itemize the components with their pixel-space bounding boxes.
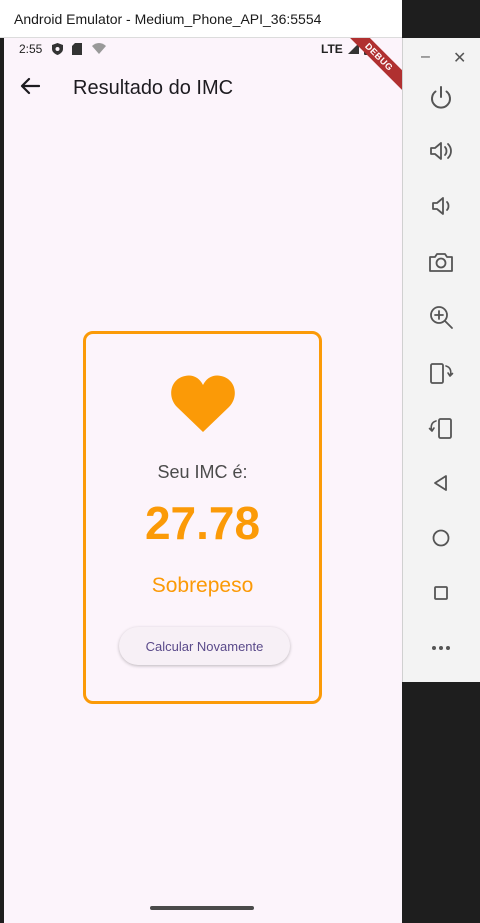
sd-card-icon — [72, 43, 82, 58]
window-title: Android Emulator - Medium_Phone_API_36:5… — [14, 11, 322, 27]
rotate-right-button[interactable] — [423, 412, 459, 448]
volume-down-button[interactable] — [423, 190, 459, 226]
overview-icon — [427, 579, 455, 612]
phone-screen: 2:55 LTE DEBUG Resultado do IMC Seu IMC … — [4, 38, 402, 923]
imc-value: 27.78 — [144, 497, 261, 549]
back-icon — [427, 469, 455, 502]
shield-icon — [52, 43, 63, 58]
minimize-button[interactable]: – — [421, 48, 430, 66]
result-card: Seu IMC é: 27.78 Sobrepeso Calcular Nova… — [83, 331, 322, 704]
nav-overview-button[interactable] — [423, 577, 459, 613]
window-titlebar: Android Emulator - Medium_Phone_API_36:5… — [0, 0, 402, 38]
volume-down-icon — [427, 192, 455, 225]
app-bar: Resultado do IMC — [4, 60, 402, 116]
heart-icon — [170, 374, 236, 434]
emulator-window: Android Emulator - Medium_Phone_API_36:5… — [0, 0, 480, 923]
rotate-left-button[interactable] — [423, 357, 459, 393]
arrow-back-icon — [20, 77, 41, 100]
recalculate-button[interactable]: Calcular Novamente — [119, 627, 290, 665]
side-panel-window-controls: – ✕ — [403, 46, 480, 70]
network-type: LTE — [321, 42, 343, 56]
gesture-nav-handle[interactable] — [150, 906, 254, 910]
rotate-left-icon — [427, 359, 455, 392]
camera-icon — [427, 248, 455, 281]
screenshot-button[interactable] — [423, 246, 459, 282]
volume-up-icon — [427, 137, 455, 170]
nav-back-button[interactable] — [423, 467, 459, 503]
imc-label: Seu IMC é: — [157, 462, 248, 482]
host-background-bottom — [402, 682, 480, 923]
zoom-button[interactable] — [423, 301, 459, 337]
host-background — [402, 0, 480, 38]
back-button[interactable] — [14, 72, 46, 104]
emulator-side-panel: – ✕ — [402, 38, 480, 682]
volume-up-button[interactable] — [423, 135, 459, 171]
wifi-off-icon — [92, 43, 106, 57]
imc-classification: Sobrepeso — [151, 574, 254, 597]
close-button[interactable]: ✕ — [453, 48, 466, 68]
more-button[interactable] — [423, 632, 459, 668]
nav-home-button[interactable] — [423, 522, 459, 558]
zoom-icon — [427, 303, 455, 336]
more-icon — [427, 634, 455, 667]
power-button[interactable] — [423, 82, 459, 118]
rotate-right-icon — [427, 414, 455, 447]
status-time: 2:55 — [19, 42, 43, 56]
status-bar: 2:55 LTE DEBUG — [4, 38, 402, 94]
home-icon — [427, 524, 455, 557]
power-icon — [427, 84, 455, 117]
page-title: Resultado do IMC — [73, 77, 234, 99]
